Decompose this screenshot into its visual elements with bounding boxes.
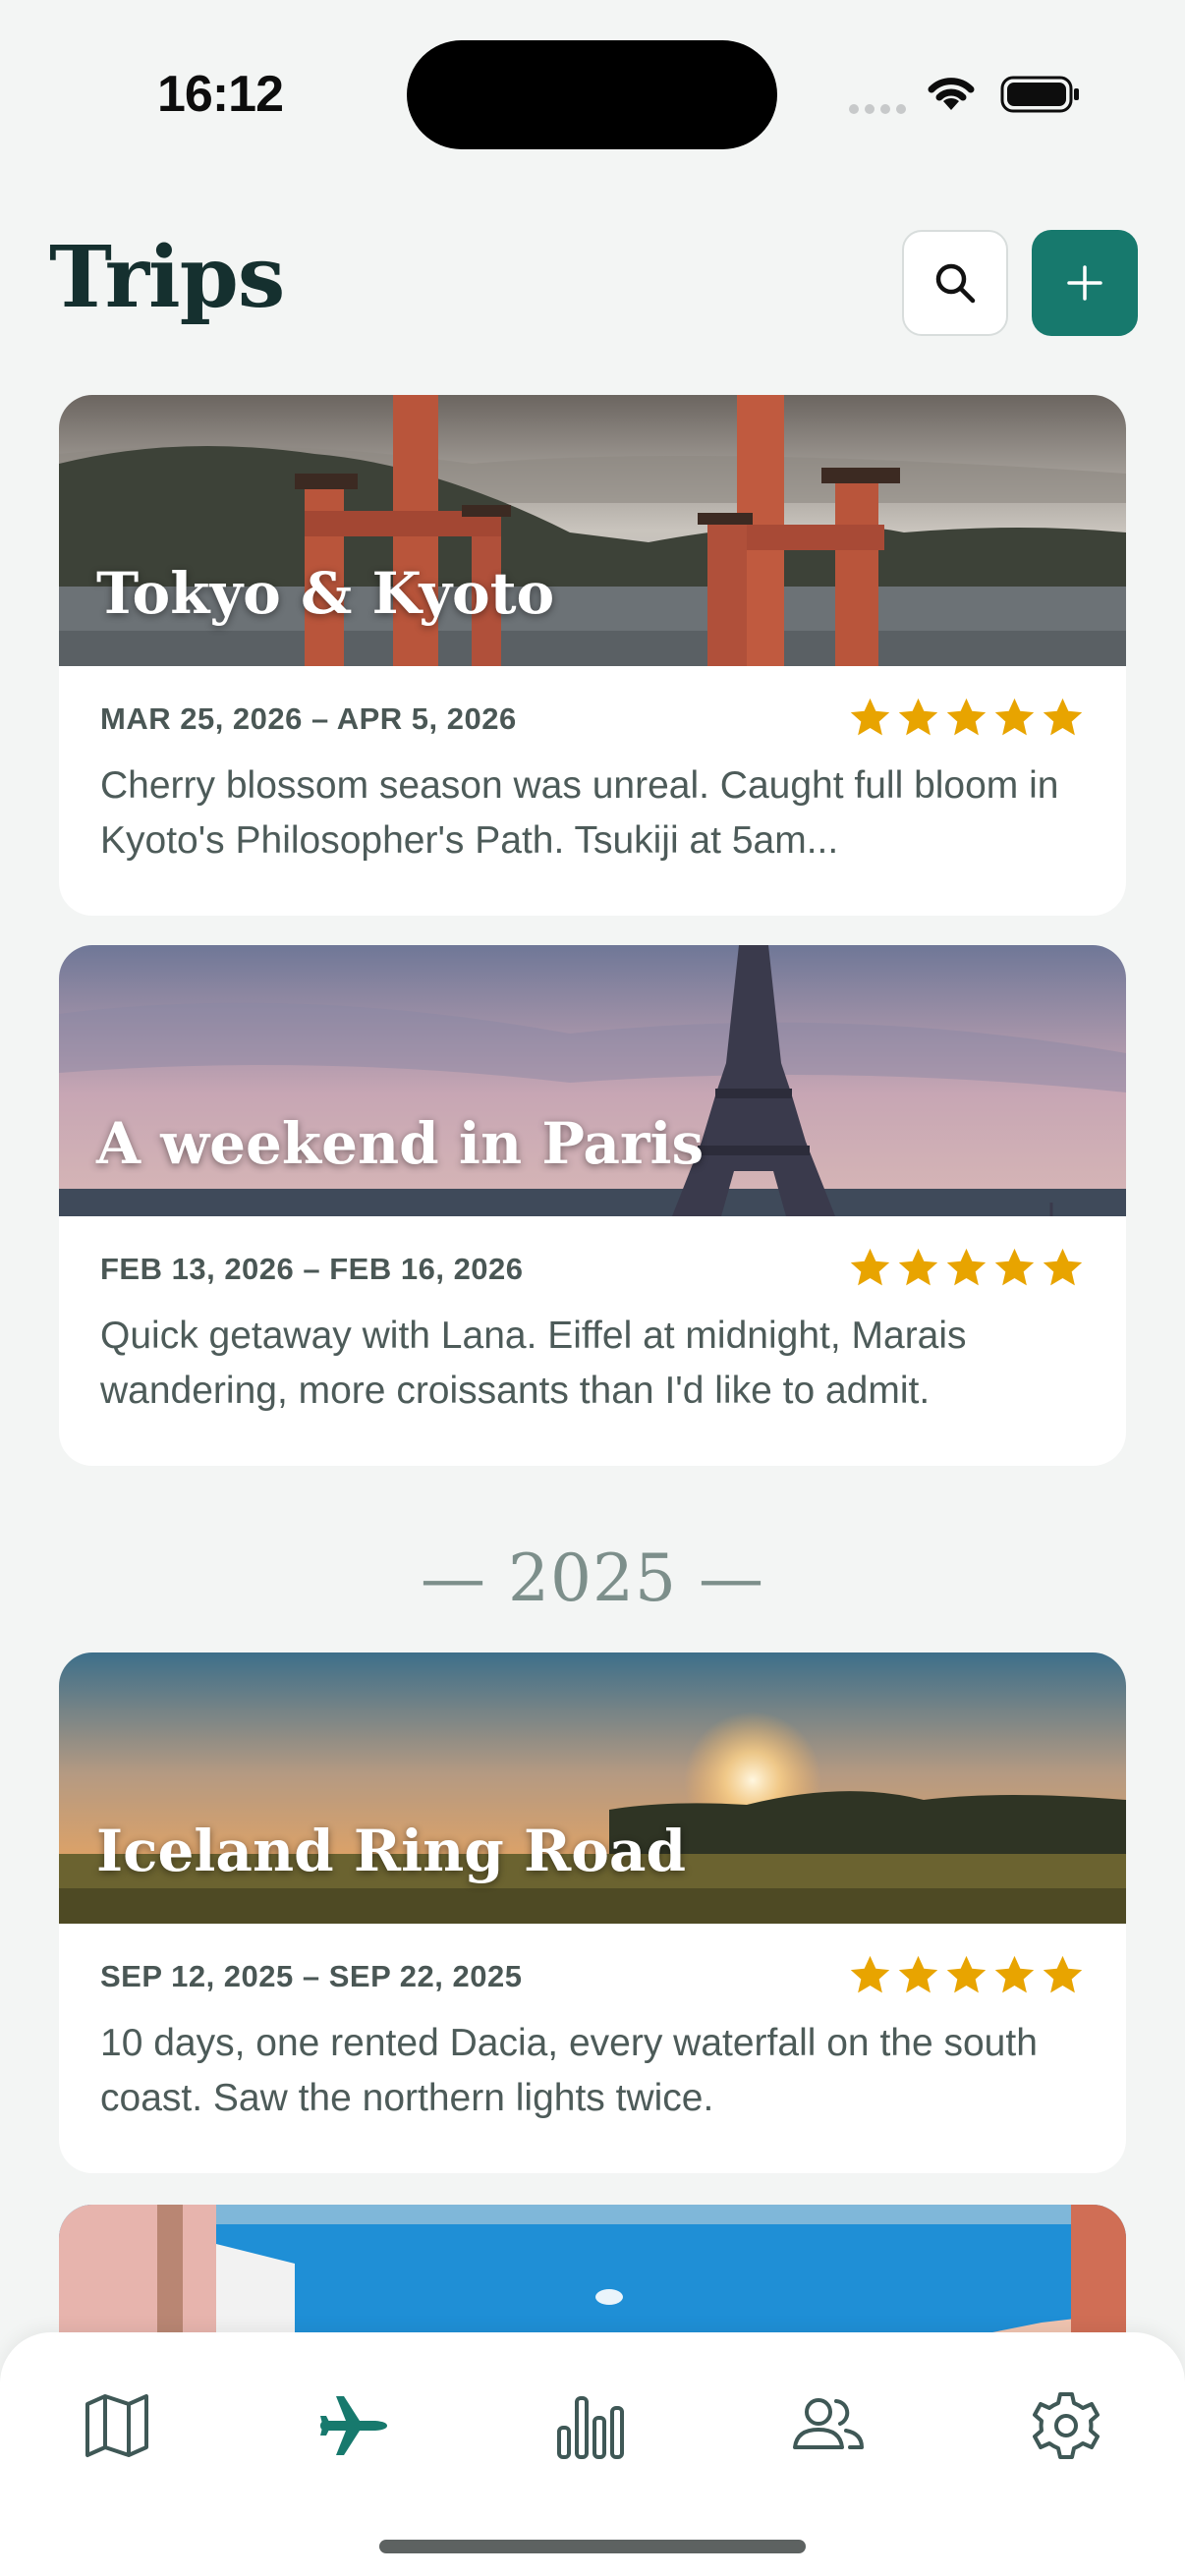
dynamic-island	[407, 40, 777, 149]
trip-cover-image: Tokyo & Kyoto	[59, 395, 1126, 666]
star-icon	[1043, 1955, 1083, 1993]
status-time: 16:12	[157, 66, 284, 123]
star-icon	[994, 1248, 1035, 1286]
star-icon	[946, 698, 987, 736]
wifi-icon	[928, 78, 975, 110]
trip-rating	[848, 696, 1085, 740]
trip-notes: 10 days, one rented Dacia, every waterfa…	[100, 2022, 1038, 2119]
star-icon	[898, 1248, 938, 1286]
trip-title: Tokyo & Kyoto	[96, 560, 555, 627]
plus-icon	[1067, 265, 1102, 301]
star-icon	[898, 698, 938, 736]
star-icon	[850, 1955, 890, 1993]
home-indicator[interactable]	[379, 2540, 806, 2553]
search-button[interactable]	[902, 230, 1008, 336]
map-icon	[85, 2394, 148, 2457]
trip-rating	[848, 1246, 1085, 1290]
star-icon	[946, 1955, 987, 1993]
airplane-icon	[320, 2396, 387, 2455]
tab-map[interactable]	[73, 2381, 161, 2470]
tab-stats[interactable]	[546, 2381, 635, 2470]
trip-title: Iceland Ring Road	[96, 1818, 687, 1884]
tab-settings[interactable]	[1022, 2381, 1110, 2470]
star-icon	[994, 698, 1035, 736]
search-icon	[935, 263, 976, 304]
star-icon	[1043, 698, 1083, 736]
star-icon	[850, 1248, 890, 1286]
settings-gear-icon	[1033, 2392, 1100, 2459]
page-title: Trips	[49, 228, 285, 327]
year-divider: — 2025 —	[421, 1540, 764, 1616]
trip-title: A weekend in Paris	[96, 1110, 705, 1177]
battery-icon	[1000, 76, 1079, 113]
trip-cover-image: A weekend in Paris	[59, 945, 1126, 1216]
bar-chart-icon	[557, 2396, 624, 2459]
trip-card[interactable]: A weekend in Paris FEB 13, 2026 – FEB 16…	[59, 945, 1126, 1466]
star-icon	[1043, 1248, 1083, 1286]
trip-notes: Cherry blossom season was unreal. Caught…	[100, 764, 1059, 862]
tab-people[interactable]	[784, 2381, 873, 2470]
star-icon	[946, 1248, 987, 1286]
trip-cover-image: Iceland Ring Road	[59, 1652, 1126, 1924]
trip-card[interactable]: Iceland Ring Road SEP 12, 2025 – SEP 22,…	[59, 1652, 1126, 2173]
cellular-signal-icon	[849, 104, 908, 116]
star-icon	[898, 1955, 938, 1993]
star-icon	[994, 1955, 1035, 1993]
star-icon	[850, 698, 890, 736]
status-bar: 16:12	[0, 0, 1185, 187]
trip-notes: Quick getaway with Lana. Eiffel at midni…	[100, 1315, 967, 1412]
people-icon	[793, 2398, 864, 2449]
trip-card[interactable]: Tokyo & Kyoto MAR 25, 2026 – APR 5, 2026…	[59, 395, 1126, 916]
tab-trips[interactable]	[310, 2381, 398, 2470]
trip-rating	[848, 1953, 1085, 1997]
add-trip-button[interactable]	[1032, 230, 1138, 336]
